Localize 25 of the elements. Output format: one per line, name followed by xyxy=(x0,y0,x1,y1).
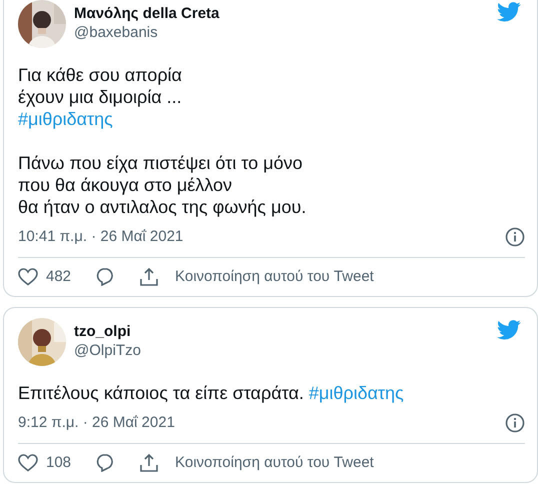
hashtag-link[interactable]: #μιθριδατης xyxy=(308,383,404,403)
tweet-text: Για κάθε σου απορία έχουν μια διμοιρία ... #μιθριδατης xyxy=(18,64,183,130)
hashtag-link[interactable]: #μιθριδατης xyxy=(18,109,113,129)
tweet-text: Επιτέλους κάποιος τα είπε σταράτα. #μιθριδατης xyxy=(18,382,405,404)
comment-icon[interactable] xyxy=(95,454,116,472)
user-handle[interactable]: @baxebanis xyxy=(74,23,489,42)
like-count: 482 xyxy=(46,266,72,286)
user-name[interactable]: Μανόλης della Creta xyxy=(74,4,489,23)
like-count: 108 xyxy=(46,452,72,472)
user-name[interactable]: tzo_olpi xyxy=(74,322,489,341)
bird-icon xyxy=(497,2,521,22)
share-link[interactable]: Κοινοποίηση αυτού του Tweet xyxy=(175,266,374,288)
bird-icon xyxy=(497,320,521,340)
tweet-timestamp[interactable]: 9:12 π.μ. · 26 Μαΐ 2021 xyxy=(18,412,175,434)
share-icon[interactable] xyxy=(139,266,160,287)
info-icon[interactable] xyxy=(505,227,525,248)
info-icon[interactable] xyxy=(505,413,525,434)
tweet-timestamp[interactable]: 10:41 π.μ. · 26 Μαΐ 2021 xyxy=(18,226,184,248)
share-icon[interactable] xyxy=(139,452,160,473)
tweet-text: Πάνω που είχα πιστέψει ότι το μόνο που θα άκουγα στο μέλλον θα ήταν ο αντιλαλος της φωνής μου. xyxy=(18,152,308,218)
share-link[interactable]: Κοινοποίηση αυτού του Tweet xyxy=(175,452,374,474)
heart-icon[interactable] xyxy=(18,268,38,286)
comment-icon[interactable] xyxy=(95,268,116,286)
heart-icon[interactable] xyxy=(18,454,38,472)
user-handle[interactable]: @OlpiTzo xyxy=(74,341,489,360)
